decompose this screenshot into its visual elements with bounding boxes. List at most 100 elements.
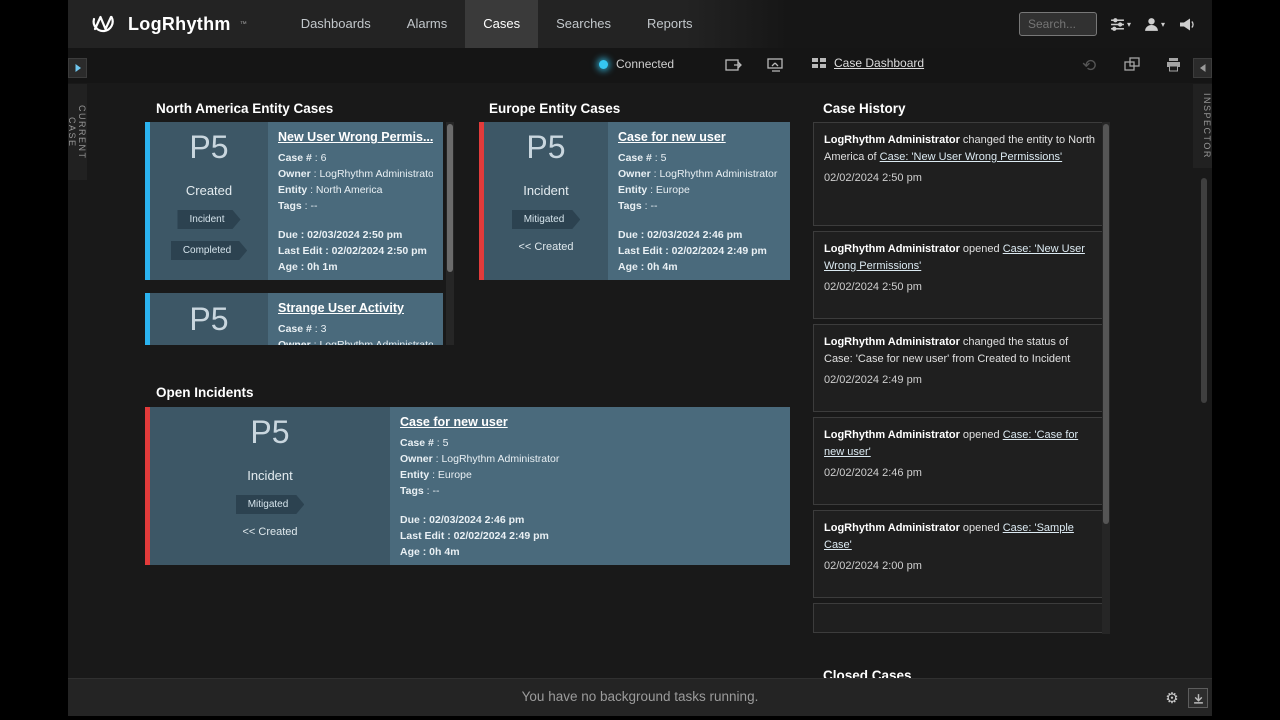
case-badge-mitigated[interactable]: Mitigated [512, 210, 581, 229]
case-tags-field: Tags : -- [618, 198, 780, 214]
field-value: : 02/03/2024 2:50 pm [301, 229, 403, 241]
history-action: opened [960, 429, 1003, 441]
trademark: ™ [240, 21, 247, 28]
connection-status: Connected [599, 57, 674, 71]
history-entry-text: LogRhythm Administrator opened Case: 'Sa… [824, 520, 1099, 553]
downloads-button[interactable] [1188, 688, 1208, 708]
settings-button[interactable]: ⚙ [1162, 688, 1182, 708]
new-case-window-button[interactable] [725, 57, 743, 77]
field-value: : -- [645, 200, 658, 212]
field-value: : North America [310, 184, 382, 196]
case-badge-incident[interactable]: Incident [177, 210, 240, 229]
refresh-button[interactable]: ⟲ [1082, 57, 1096, 76]
notifications-button[interactable] [1178, 17, 1195, 32]
field-label: Case # [278, 323, 312, 335]
case-tags-field: Tags : -- [278, 198, 433, 214]
field-value: : 3 [315, 323, 327, 335]
nav-tab-reports[interactable]: Reports [629, 0, 711, 48]
user-icon [1144, 17, 1159, 32]
field-value: : Europe [432, 469, 472, 481]
dashboard-selector-label: Case Dashboard [834, 56, 924, 70]
top-nav-bar: LogRhythm ™ Dashboards Alarms Cases Searc… [68, 0, 1212, 48]
history-entry-time: 02/02/2024 2:00 pm [824, 560, 1099, 572]
case-card-open-incident-case-for-new-user[interactable]: P5 Incident Mitigated << Created Case fo… [145, 407, 790, 565]
case-owner-field: Owner : LogRhythm Administrator [278, 166, 433, 182]
scrollbar-thumb[interactable] [447, 124, 453, 272]
case-entity-field: Entity : North America [278, 182, 433, 198]
nav-tab-cases[interactable]: Cases [465, 0, 538, 48]
case-status: Created [186, 183, 232, 198]
field-value: : 02/02/2024 2:49 pm [447, 530, 549, 542]
scrollbar-thumb[interactable] [1103, 124, 1109, 524]
section-title-case-history: Case History [823, 101, 906, 116]
megaphone-icon [1178, 17, 1195, 32]
connected-dot-icon [599, 60, 608, 69]
case-age-field: Age : 0h 1m [278, 259, 433, 275]
background-tasks-message: You have no background tasks running. [68, 689, 1212, 704]
case-history-entry[interactable]: LogRhythm Administrator opened Case: 'Ca… [813, 417, 1110, 505]
case-history-entry[interactable]: LogRhythm Administrator opened Case: 'Sa… [813, 510, 1110, 598]
history-entry-time: 02/02/2024 2:49 pm [824, 374, 1099, 386]
field-value: : 0h 4m [423, 546, 460, 558]
current-case-tab[interactable]: CURRENT CASE [68, 84, 87, 180]
nav-tab-dashboards[interactable]: Dashboards [283, 0, 389, 48]
case-history-entry[interactable]: LogRhythm Administrator changed the enti… [813, 122, 1110, 226]
logrhythm-logo[interactable]: LogRhythm ™ [90, 11, 247, 37]
field-label: Owner [278, 168, 311, 180]
brand-name: LogRhythm [128, 14, 231, 35]
field-value: : LogRhythm Administrator [436, 453, 560, 465]
field-value: : -- [305, 200, 318, 212]
case-priority: P5 [250, 413, 289, 451]
history-entry-time: 02/02/2024 2:46 pm [824, 467, 1099, 479]
main-scrollbar[interactable] [1201, 178, 1207, 403]
case-title-link[interactable]: Strange User Activity [278, 301, 433, 315]
field-label: Owner [278, 339, 311, 345]
history-actor: LogRhythm Administrator [824, 243, 960, 255]
case-title-link[interactable]: New User Wrong Permis... [278, 130, 433, 144]
dashboard-grid-icon [811, 56, 827, 70]
case-card-strange-user-activity[interactable]: P5 Strange User Activity Case # : 3 Owne… [145, 293, 443, 345]
case-history-entry[interactable]: LogRhythm Administrator opened Case: 'Ne… [813, 231, 1110, 319]
panels-icon [1124, 57, 1141, 72]
case-due-field: Due : 02/03/2024 2:46 pm [400, 512, 780, 528]
open-case-window-button[interactable] [767, 57, 785, 77]
field-value: : LogRhythm Administrator [654, 168, 778, 180]
case-dashboard-selector[interactable]: Case Dashboard [811, 56, 924, 70]
case-history-entry[interactable]: LogRhythm Administrator changed the stat… [813, 324, 1110, 412]
case-card-new-user-wrong-permissions[interactable]: P5 Created Incident Completed New User W… [145, 122, 443, 280]
north-america-scrollbar[interactable] [446, 122, 454, 345]
case-toolbar: Connected Case Dashboard ⟲ [68, 48, 1212, 83]
field-value: : Europe [650, 184, 690, 196]
case-badge-completed[interactable]: Completed [171, 241, 247, 260]
user-menu[interactable]: ▾ [1144, 17, 1165, 32]
field-label: Last Edit [278, 245, 322, 257]
inspector-collapse-button[interactable] [1193, 58, 1212, 78]
case-link[interactable]: Case: 'New User Wrong Permissions' [880, 151, 1063, 163]
chevron-down-icon: ▾ [1161, 20, 1165, 29]
case-title-link[interactable]: Case for new user [400, 415, 780, 429]
field-label: Tags [278, 200, 302, 212]
layout-panels-button[interactable] [1124, 57, 1141, 77]
case-owner-field: Owner : LogRhythm Administrator [618, 166, 780, 182]
inspector-tab[interactable]: INSPECTOR [1193, 84, 1212, 168]
history-entry-time: 02/02/2024 2:50 pm [824, 172, 1099, 184]
nav-tab-alarms[interactable]: Alarms [389, 0, 465, 48]
case-card-details: New User Wrong Permis... Case # : 6 Owne… [268, 122, 443, 280]
current-case-expand-button[interactable] [68, 58, 87, 78]
search-input[interactable] [1019, 12, 1097, 36]
nav-tab-searches[interactable]: Searches [538, 0, 629, 48]
status-bar: You have no background tasks running. ⚙ [68, 678, 1212, 716]
case-card-details: Case for new user Case # : 5 Owner : Log… [390, 407, 790, 565]
field-value: : LogRhythm Administrator [314, 168, 433, 180]
field-label: Due [278, 229, 298, 241]
case-lastedit-field: Last Edit : 02/02/2024 2:50 pm [278, 243, 433, 259]
case-card-case-for-new-user[interactable]: P5 Incident Mitigated << Created Case fo… [479, 122, 790, 280]
case-title-link[interactable]: Case for new user [618, 130, 780, 144]
case-badge-mitigated[interactable]: Mitigated [236, 495, 305, 514]
field-label: Owner [400, 453, 433, 465]
filter-settings-menu[interactable]: ▾ [1110, 17, 1131, 32]
case-history-scrollbar[interactable] [1102, 122, 1110, 634]
case-status: Incident [523, 183, 569, 198]
section-title-north-america: North America Entity Cases [156, 101, 333, 116]
print-button[interactable] [1165, 57, 1182, 77]
